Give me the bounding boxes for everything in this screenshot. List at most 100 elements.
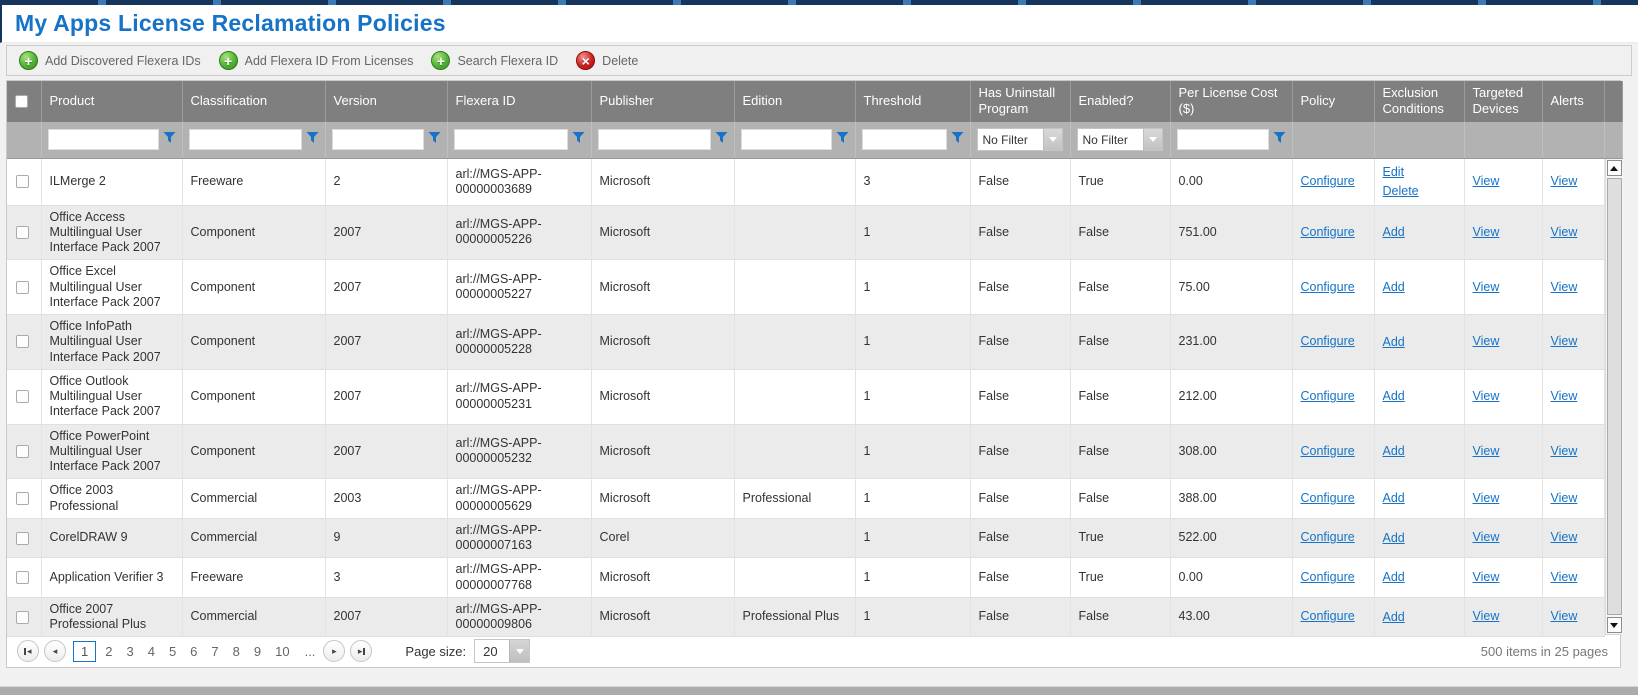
scrollbar-thumb[interactable] <box>1607 178 1622 615</box>
edition-filter-input[interactable] <box>741 129 832 150</box>
row-checkbox[interactable] <box>16 226 29 239</box>
filter-funnel-icon[interactable] <box>1273 131 1286 149</box>
configure-policy-link[interactable]: Configure <box>1301 280 1355 295</box>
view-targeted-devices-link[interactable]: View <box>1473 609 1500 624</box>
configure-policy-link[interactable]: Configure <box>1301 389 1355 404</box>
row-checkbox[interactable] <box>16 390 29 403</box>
enabled-filter-select[interactable]: No Filter <box>1077 128 1163 151</box>
configure-policy-link[interactable]: Configure <box>1301 444 1355 459</box>
filter-funnel-icon[interactable] <box>951 131 964 149</box>
configure-policy-link[interactable]: Configure <box>1301 570 1355 585</box>
page-number-3[interactable]: 3 <box>119 642 140 661</box>
column-header-targeted-devices[interactable]: Targeted Devices <box>1464 81 1542 122</box>
view-alerts-link[interactable]: View <box>1551 389 1578 404</box>
column-header-has-uninstall-program[interactable]: Has Uninstall Program <box>970 81 1070 122</box>
column-header-exclusion-conditions[interactable]: Exclusion Conditions <box>1374 81 1464 122</box>
exclusion-add-link[interactable]: Add <box>1383 223 1456 242</box>
column-header-per-license-cost[interactable]: Per License Cost ($) <box>1170 81 1292 122</box>
filter-funnel-icon[interactable] <box>306 131 319 149</box>
has-uninstall-program-filter-select[interactable]: No Filter <box>977 128 1063 151</box>
threshold-filter-input[interactable] <box>862 129 947 150</box>
row-checkbox[interactable] <box>16 335 29 348</box>
view-alerts-link[interactable]: View <box>1551 609 1578 624</box>
column-header-policy[interactable]: Policy <box>1292 81 1374 122</box>
page-size-dropdown-button[interactable] <box>509 640 529 662</box>
filter-funnel-icon[interactable] <box>163 131 176 149</box>
view-targeted-devices-link[interactable]: View <box>1473 444 1500 459</box>
exclusion-add-link[interactable]: Add <box>1383 442 1456 461</box>
per-license-cost-filter-input[interactable] <box>1177 129 1269 150</box>
column-header-product[interactable]: Product <box>41 81 182 122</box>
configure-policy-link[interactable]: Configure <box>1301 491 1355 506</box>
exclusion-add-link[interactable]: Add <box>1383 608 1456 627</box>
column-header-edition[interactable]: Edition <box>734 81 855 122</box>
filter-funnel-icon[interactable] <box>572 131 585 149</box>
row-checkbox[interactable] <box>16 571 29 584</box>
column-header-alerts[interactable]: Alerts <box>1542 81 1604 122</box>
configure-policy-link[interactable]: Configure <box>1301 334 1355 349</box>
view-alerts-link[interactable]: View <box>1551 491 1578 506</box>
view-alerts-link[interactable]: View <box>1551 334 1578 349</box>
exclusion-add-link[interactable]: Add <box>1383 529 1456 548</box>
flexera-id-filter-input[interactable] <box>454 129 568 150</box>
row-checkbox[interactable] <box>16 281 29 294</box>
page-number-4[interactable]: 4 <box>141 642 162 661</box>
last-page-button[interactable]: ▸ <box>350 640 372 662</box>
configure-policy-link[interactable]: Configure <box>1301 530 1355 545</box>
row-checkbox[interactable] <box>16 611 29 624</box>
row-checkbox[interactable] <box>16 532 29 545</box>
filter-funnel-icon[interactable] <box>836 131 849 149</box>
row-checkbox[interactable] <box>16 175 29 188</box>
view-alerts-link[interactable]: View <box>1551 225 1578 240</box>
previous-page-button[interactable]: ◂ <box>44 640 66 662</box>
exclusion-add-link[interactable]: Add <box>1383 387 1456 406</box>
view-targeted-devices-link[interactable]: View <box>1473 334 1500 349</box>
version-filter-input[interactable] <box>332 129 424 150</box>
add-flexera-id-from-licenses-button[interactable]: +Add Flexera ID From Licenses <box>215 51 428 70</box>
page-number-10[interactable]: 10 <box>268 642 296 661</box>
select-all-checkbox[interactable] <box>15 95 28 108</box>
view-targeted-devices-link[interactable]: View <box>1473 174 1500 189</box>
page-number-1[interactable]: 1 <box>73 641 96 662</box>
page-number-6[interactable]: 6 <box>183 642 204 661</box>
column-header-threshold[interactable]: Threshold <box>855 81 970 122</box>
view-alerts-link[interactable]: View <box>1551 174 1578 189</box>
view-targeted-devices-link[interactable]: View <box>1473 389 1500 404</box>
view-targeted-devices-link[interactable]: View <box>1473 530 1500 545</box>
column-header-classification[interactable]: Classification <box>182 81 325 122</box>
product-filter-input[interactable] <box>48 129 159 150</box>
add-discovered-flexera-ids-button[interactable]: +Add Discovered Flexera IDs <box>15 51 215 70</box>
search-flexera-id-button[interactable]: +Search Flexera ID <box>427 51 572 70</box>
page-number-9[interactable]: 9 <box>247 642 268 661</box>
page-size-dropdown[interactable]: 20 <box>474 639 530 663</box>
row-checkbox[interactable] <box>16 492 29 505</box>
next-page-button[interactable]: ▸ <box>323 640 345 662</box>
exclusion-add-link[interactable]: Add <box>1383 489 1456 508</box>
configure-policy-link[interactable]: Configure <box>1301 174 1355 189</box>
configure-policy-link[interactable]: Configure <box>1301 225 1355 240</box>
page-number-5[interactable]: 5 <box>162 642 183 661</box>
publisher-filter-input[interactable] <box>598 129 711 150</box>
view-alerts-link[interactable]: View <box>1551 444 1578 459</box>
column-header-version[interactable]: Version <box>325 81 447 122</box>
filter-funnel-icon[interactable] <box>428 131 441 149</box>
filter-funnel-icon[interactable] <box>715 131 728 149</box>
page-ellipsis[interactable]: ... <box>297 644 324 659</box>
column-header-publisher[interactable]: Publisher <box>591 81 734 122</box>
scroll-down-button[interactable] <box>1607 617 1622 633</box>
exclusion-add-link[interactable]: Add <box>1383 278 1456 297</box>
view-alerts-link[interactable]: View <box>1551 530 1578 545</box>
view-targeted-devices-link[interactable]: View <box>1473 225 1500 240</box>
row-checkbox[interactable] <box>16 445 29 458</box>
filter-select-dropdown-button[interactable] <box>1043 129 1062 150</box>
column-header-enabled[interactable]: Enabled? <box>1070 81 1170 122</box>
view-targeted-devices-link[interactable]: View <box>1473 280 1500 295</box>
vertical-scrollbar[interactable] <box>1605 159 1623 634</box>
view-alerts-link[interactable]: View <box>1551 570 1578 585</box>
page-number-7[interactable]: 7 <box>204 642 225 661</box>
view-alerts-link[interactable]: View <box>1551 280 1578 295</box>
exclusion-add-link[interactable]: Add <box>1383 333 1456 352</box>
exclusion-delete-link[interactable]: Delete <box>1383 182 1456 201</box>
delete-button[interactable]: ×Delete <box>572 51 652 70</box>
view-targeted-devices-link[interactable]: View <box>1473 570 1500 585</box>
